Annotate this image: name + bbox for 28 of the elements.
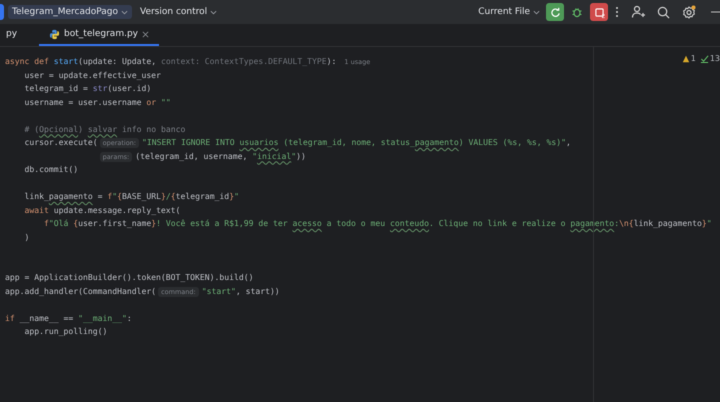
warning-count[interactable]: 1 xyxy=(682,54,696,63)
stop-icon xyxy=(594,8,604,16)
close-icon[interactable] xyxy=(142,30,149,38)
chevron-down-icon xyxy=(210,10,218,14)
file-tab[interactable]: py xyxy=(0,24,28,46)
code-line: app = ApplicationBuilder().token(BOT_TOKEN).build() xyxy=(5,271,254,284)
code-line: username = user.username or "" xyxy=(23,96,171,108)
chevron-down-icon xyxy=(533,10,540,14)
code-line: await update.message.reply_text( xyxy=(23,204,180,217)
vcs-menu[interactable]: Version control xyxy=(136,5,222,19)
file-tab[interactable]: bot_telegram.py xyxy=(39,24,159,46)
python-file-icon xyxy=(49,28,60,40)
chevron-down-icon xyxy=(120,10,128,14)
code-line: user = update.effective_user xyxy=(23,68,161,82)
code-line: ) xyxy=(23,230,30,244)
project-icon[interactable] xyxy=(0,4,4,20)
rerun-button[interactable] xyxy=(546,3,564,21)
code-line: # (Opcional) salvar info no banco xyxy=(23,122,186,136)
passed-count[interactable]: 13 xyxy=(700,54,720,63)
rerun-icon xyxy=(550,6,560,18)
project-selector[interactable]: Telegram_MercadoPago xyxy=(8,5,132,19)
code-line: f"Olá {user.first_name}! Você está a R$1,99 de ter acesso a todo o meu conteudo. Clique no link e realize o pagamento:\n{link_pagamento}" xyxy=(42,217,712,230)
code-line: app.run_polling() xyxy=(23,325,108,338)
code-line: telegram_id = str(user.id) xyxy=(23,82,152,95)
code-line: db.commit() xyxy=(23,163,78,176)
code-line: link_pagamento = f"{BASE_URL}/{telegram_id}" xyxy=(23,190,239,203)
code-line: if __name__ == "__main__": xyxy=(5,312,132,325)
run-config-selector[interactable]: Current File xyxy=(474,5,544,19)
